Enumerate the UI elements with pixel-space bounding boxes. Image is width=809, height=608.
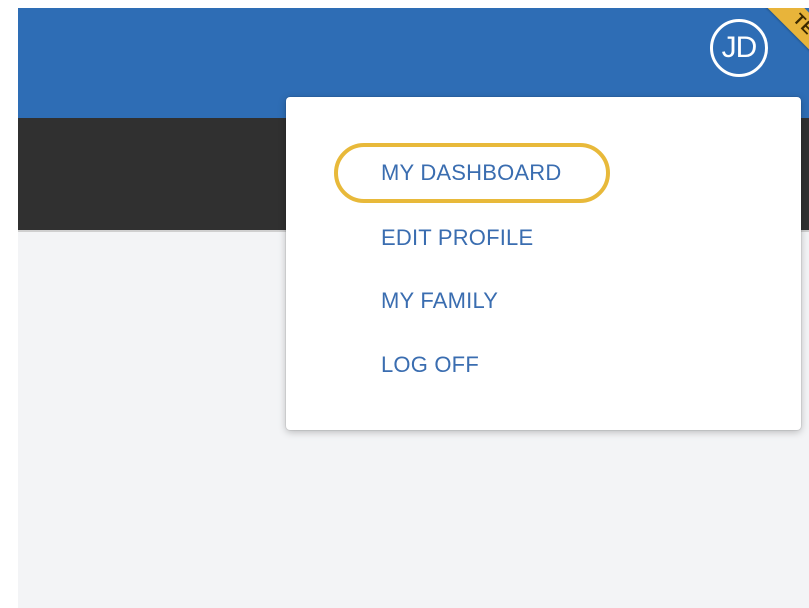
app-viewport: JD TEST MY DASHBOARD EDIT PROFILE MY FAM… (18, 8, 809, 608)
user-avatar-button[interactable]: JD (710, 19, 768, 77)
menu-item-edit-profile[interactable]: EDIT PROFILE (381, 225, 533, 251)
menu-item-my-family[interactable]: MY FAMILY (381, 288, 498, 314)
menu-item-my-dashboard[interactable]: MY DASHBOARD (381, 160, 561, 186)
user-dropdown-menu: MY DASHBOARD EDIT PROFILE MY FAMILY LOG … (286, 97, 801, 430)
menu-item-log-off[interactable]: LOG OFF (381, 352, 479, 378)
